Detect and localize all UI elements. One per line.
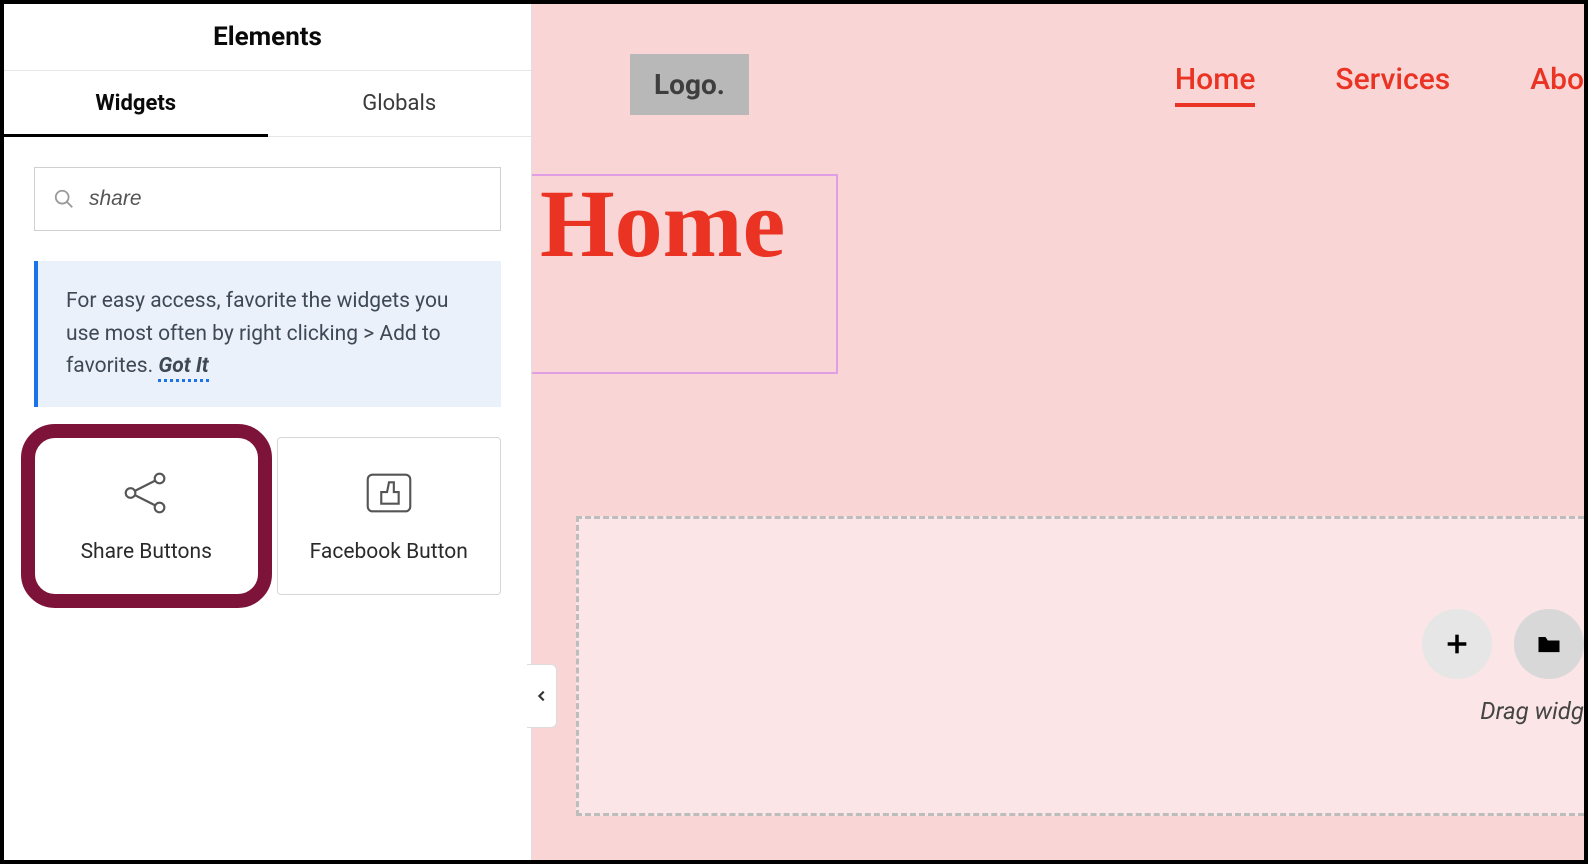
elements-panel: Elements Widgets Globals For easy access… (4, 4, 532, 860)
widget-facebook-button[interactable]: Facebook Button (277, 437, 502, 595)
tip-got-it-link[interactable]: Got It (158, 354, 208, 382)
widget-label: Share Buttons (81, 540, 212, 564)
hero-title-widget[interactable]: Home (532, 174, 838, 374)
search-box[interactable] (34, 167, 501, 231)
share-icon (117, 468, 175, 518)
panel-title: Elements (4, 4, 531, 71)
widget-dropzone[interactable]: Drag widg (576, 516, 1584, 816)
search-input[interactable] (89, 187, 482, 211)
primary-nav: Home Services Abo (1175, 62, 1584, 107)
nav-services[interactable]: Services (1335, 62, 1450, 107)
dropzone-hint: Drag widg (1480, 697, 1584, 725)
panel-tabs: Widgets Globals (4, 71, 531, 137)
tab-globals[interactable]: Globals (268, 71, 532, 136)
dropzone-controls (1422, 609, 1584, 679)
thumbs-up-icon (360, 468, 418, 518)
editor-canvas[interactable]: Logo. Home Services Abo Home (532, 4, 1584, 860)
widget-label: Facebook Button (310, 540, 468, 564)
search-icon (53, 188, 75, 210)
tip-text: For easy access, favorite the widgets yo… (66, 289, 449, 378)
tab-widgets[interactable]: Widgets (4, 71, 268, 136)
site-header: Logo. Home Services Abo (532, 4, 1584, 115)
hero-title: Home (540, 168, 785, 279)
folder-button[interactable] (1514, 609, 1584, 679)
site-logo[interactable]: Logo. (630, 54, 749, 115)
nav-about[interactable]: Abo (1530, 62, 1584, 107)
nav-home[interactable]: Home (1175, 62, 1256, 107)
chevron-left-icon (535, 689, 549, 703)
favorites-tip: For easy access, favorite the widgets yo… (34, 261, 501, 407)
add-widget-button[interactable] (1422, 609, 1492, 679)
widget-results: Share Buttons Facebook Button (4, 437, 531, 595)
collapse-panel-button[interactable] (527, 664, 557, 728)
folder-icon (1535, 630, 1563, 658)
plus-icon (1443, 630, 1471, 658)
widget-share-buttons[interactable]: Share Buttons (34, 437, 259, 595)
